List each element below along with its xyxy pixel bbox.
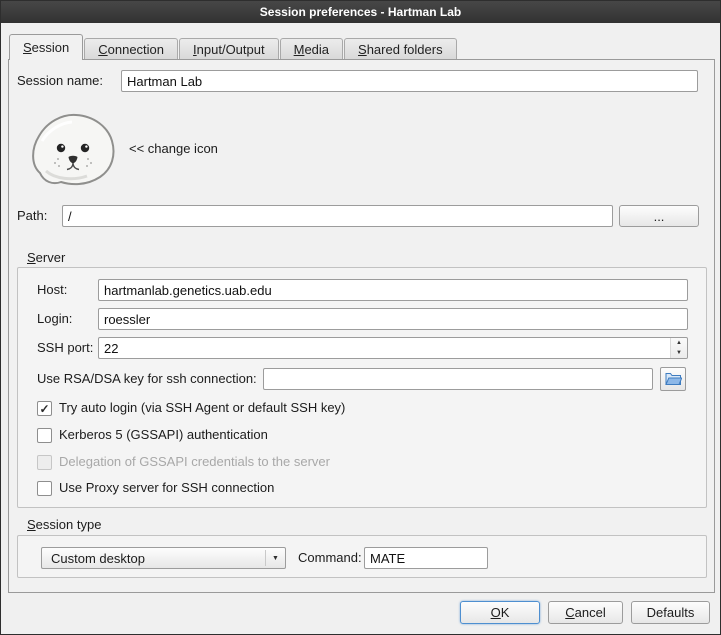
command-label: Command: xyxy=(298,547,362,569)
login-label: Login: xyxy=(37,308,72,330)
titlebar[interactable]: Session preferences - Hartman Lab xyxy=(1,1,720,23)
proxy-label[interactable]: Use Proxy server for SSH connection xyxy=(59,477,274,499)
path-browse-button[interactable]: ... xyxy=(619,205,699,227)
tab-shared-folders[interactable]: Shared folders xyxy=(344,38,457,59)
spin-down-icon[interactable]: ▼ xyxy=(671,348,687,358)
host-input[interactable] xyxy=(98,279,688,301)
kerberos-checkbox[interactable] xyxy=(37,428,52,443)
spin-buttons: ▲ ▼ xyxy=(670,338,687,358)
chevron-down-icon: ▼ xyxy=(265,550,285,566)
session-type-dropdown[interactable]: Custom desktop ▼ xyxy=(41,547,286,569)
path-browse-label: ... xyxy=(654,209,665,224)
change-icon-label: << change icon xyxy=(129,141,218,157)
defaults-button-label: Defaults xyxy=(647,605,695,620)
tab-bar: Session Connection Input/Output Media Sh… xyxy=(9,34,458,60)
tab-input-output[interactable]: Input/Output xyxy=(179,38,279,59)
gssapi-delegation-label: Delegation of GSSAPI credentials to the … xyxy=(59,451,330,473)
server-group-title: Server xyxy=(27,250,65,266)
command-input[interactable] xyxy=(364,547,488,569)
folder-open-icon xyxy=(665,371,682,388)
ok-button[interactable]: OK xyxy=(460,601,540,624)
tab-media[interactable]: Media xyxy=(280,38,343,59)
ok-button-label: OK xyxy=(491,605,510,620)
cancel-button[interactable]: Cancel xyxy=(548,601,623,624)
seal-avatar-icon[interactable] xyxy=(28,111,118,189)
session-type-group-title: Session type xyxy=(27,517,101,533)
path-input[interactable] xyxy=(62,205,613,227)
session-tab-panel: Session name: << change icon xyxy=(8,59,715,593)
path-label: Path: xyxy=(17,205,47,227)
ssh-port-input[interactable] xyxy=(99,338,669,358)
rsa-key-browse-button[interactable] xyxy=(660,367,686,391)
proxy-checkbox[interactable] xyxy=(37,481,52,496)
session-name-label: Session name: xyxy=(17,70,103,92)
spin-up-icon[interactable]: ▲ xyxy=(671,338,687,348)
kerberos-label[interactable]: Kerberos 5 (GSSAPI) authentication xyxy=(59,424,268,446)
rsa-key-label: Use RSA/DSA key for ssh connection: xyxy=(37,368,257,390)
session-name-input[interactable] xyxy=(121,70,698,92)
auto-login-label[interactable]: Try auto login (via SSH Agent or default… xyxy=(59,397,345,419)
host-label: Host: xyxy=(37,279,67,301)
tab-connection[interactable]: Connection xyxy=(84,38,178,59)
auto-login-checkbox[interactable]: ✓ xyxy=(37,401,52,416)
rsa-key-input[interactable] xyxy=(263,368,653,390)
ssh-port-label: SSH port: xyxy=(37,337,93,359)
check-icon: ✓ xyxy=(39,402,49,416)
login-input[interactable] xyxy=(98,308,688,330)
tab-session[interactable]: Session xyxy=(9,34,83,60)
ssh-port-spinner: ▲ ▼ xyxy=(98,337,688,359)
session-type-selected: Custom desktop xyxy=(51,551,145,566)
session-preferences-window: Session preferences - Hartman Lab Sessio… xyxy=(0,0,721,635)
window-title: Session preferences - Hartman Lab xyxy=(260,5,461,19)
gssapi-delegation-checkbox xyxy=(37,455,52,470)
defaults-button[interactable]: Defaults xyxy=(631,601,710,624)
cancel-button-label: Cancel xyxy=(565,605,605,620)
